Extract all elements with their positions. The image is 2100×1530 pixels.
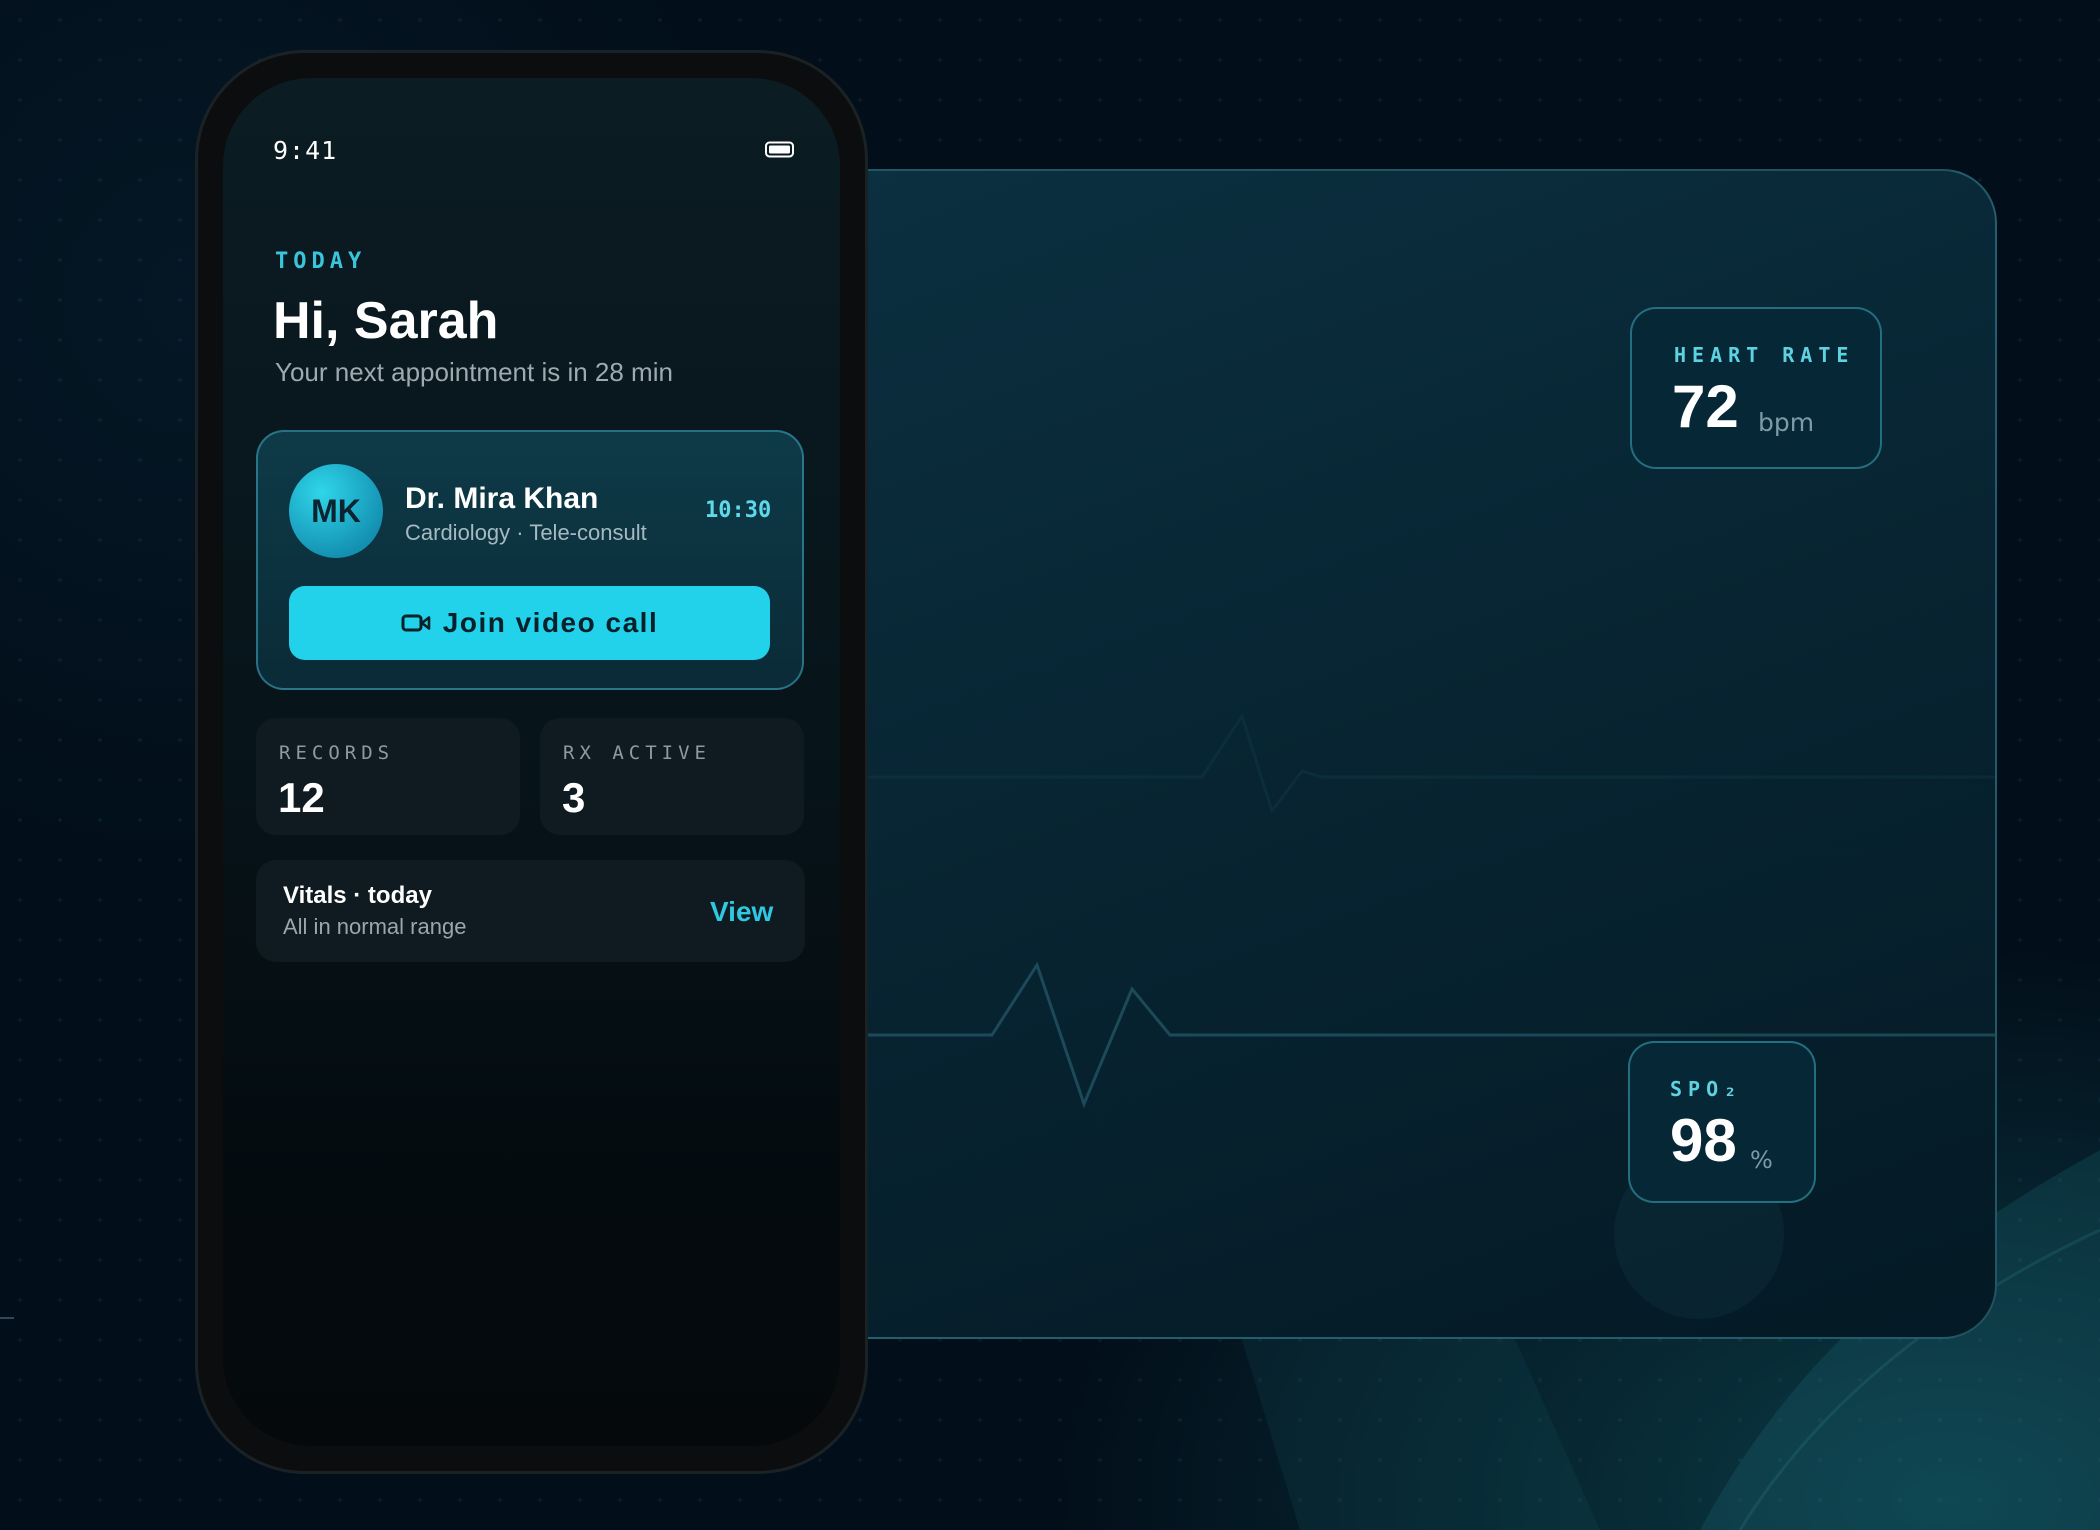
vitals-status: All in normal range: [283, 914, 467, 939]
doctor-name: Dr. Mira Khan: [405, 482, 599, 515]
appointment-card[interactable]: MK Dr. Mira Khan Cardiology · Tele-consu…: [256, 430, 804, 690]
avatar: MK: [289, 464, 383, 558]
vitals-view-link[interactable]: View: [710, 896, 773, 928]
join-video-call-label: Join video call: [442, 607, 659, 638]
rx-active-count: 3: [562, 774, 586, 821]
battery-icon: [765, 141, 794, 158]
video-camera-icon: [401, 614, 431, 632]
vitals-background-panel: HEART RATE 72 bpm SPO₂ 98 %: [800, 169, 1997, 1339]
spo2-card: SPO₂ 98 %: [1628, 1041, 1816, 1203]
records-label: RECORDS: [279, 742, 395, 764]
spo2-value: 98: [1670, 1107, 1737, 1174]
phone-screen: 9:41 TODAY Hi, Sarah Your next appointme…: [223, 78, 840, 1446]
records-count: 12: [278, 774, 325, 821]
vitals-title: Vitals · today: [283, 882, 432, 909]
doctor-specialty: Cardiology · Tele-consult: [405, 520, 647, 545]
next-appointment-subtitle: Your next appointment is in 28 min: [275, 357, 673, 387]
heart-rate-card: HEART RATE 72 bpm: [1630, 307, 1882, 469]
join-video-call-button[interactable]: Join video call: [289, 586, 770, 660]
rx-active-label: RX ACTIVE: [563, 742, 711, 764]
phone-frame: 9:41 TODAY Hi, Sarah Your next appointme…: [195, 50, 868, 1474]
heart-rate-label: HEART RATE: [1674, 343, 1855, 367]
page-title: Hi, Sarah: [273, 292, 499, 350]
heart-rate-value: 72: [1672, 373, 1739, 440]
spo2-unit: %: [1750, 1146, 1773, 1174]
spo2-label: SPO₂: [1670, 1077, 1743, 1101]
vitals-summary-card: Vitals · today All in normal range View: [256, 860, 805, 962]
records-card[interactable]: RECORDS 12: [256, 718, 520, 835]
status-bar-time: 9:41: [273, 136, 338, 165]
today-eyebrow: TODAY: [275, 249, 367, 274]
rx-active-card[interactable]: RX ACTIVE 3: [540, 718, 804, 835]
heart-rate-unit: bpm: [1758, 408, 1815, 437]
appointment-time: 10:30: [705, 498, 772, 523]
